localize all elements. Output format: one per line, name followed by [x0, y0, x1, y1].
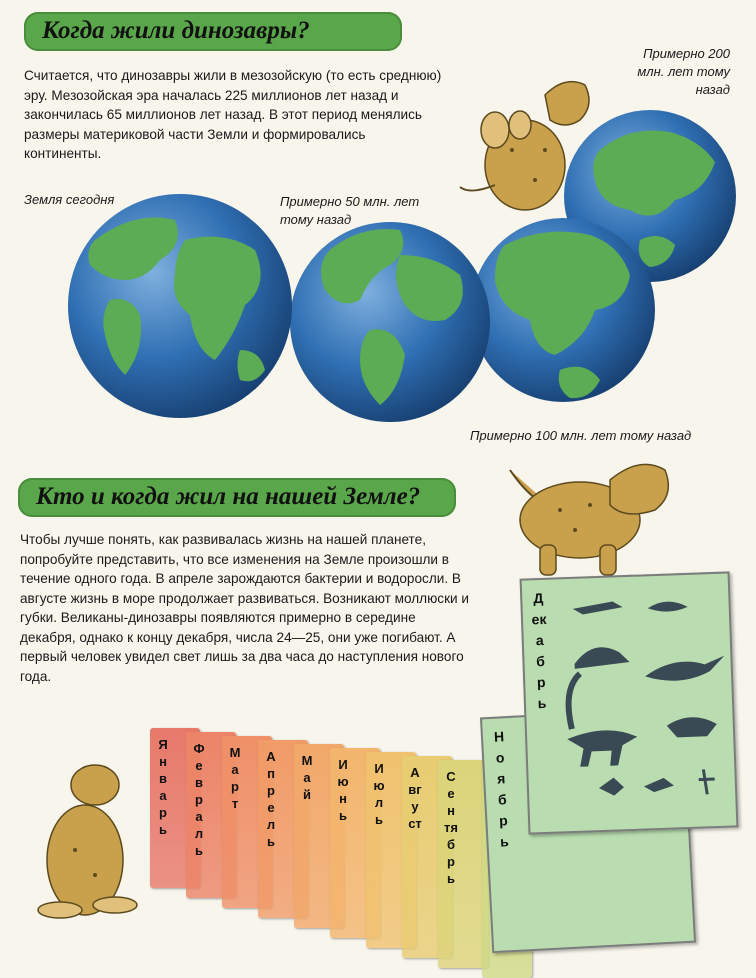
- globe-earth-today: [68, 194, 292, 418]
- month-label: Июль: [373, 761, 385, 827]
- section-timeline-text: Чтобы лучше понять, как развивалась жизн…: [20, 532, 470, 684]
- section-title-who-lived-on-earth: Кто и когда жил на нашей Земле?: [18, 478, 456, 517]
- dinosaur-standing-illustration: [509, 463, 670, 576]
- dinosaur-small-illustration: [37, 764, 138, 919]
- month-label: Март: [229, 745, 241, 811]
- month-label: Сентябрь: [444, 769, 458, 886]
- caption-earth-today: Земля сегодня: [24, 192, 115, 207]
- caption-100-mln-years: Примерно 100 млн. лет тому назад: [470, 428, 692, 443]
- section-intro-text: Считается, что динозавры жили в мезозойс…: [24, 68, 442, 161]
- month-card: Сентябрь: [438, 760, 488, 968]
- month-label: Декабрь: [531, 589, 547, 712]
- month-label: Ноябрь: [493, 728, 510, 850]
- section-title-when-dinosaurs-lived: Когда жили динозавры?: [24, 12, 402, 51]
- month-card-december: Декабрь: [519, 571, 739, 835]
- globe-100-mln-years-ago: [471, 218, 655, 402]
- prehistoric-animals-icon: [565, 601, 725, 796]
- globe-50-mln-years-ago: [290, 222, 490, 422]
- month-label: Май: [301, 753, 313, 802]
- month-label: Август: [408, 765, 422, 831]
- caption-50-mln-years: Примерно 50 млн. лет тому назад: [280, 194, 420, 227]
- month-label: Январь: [158, 737, 168, 837]
- month-label: Апрель: [266, 749, 276, 849]
- month-label: Февраль: [193, 741, 205, 858]
- month-label: Июнь: [337, 757, 349, 823]
- caption-200-mln-years: Примерно 200 млн. лет тому назад: [637, 46, 730, 97]
